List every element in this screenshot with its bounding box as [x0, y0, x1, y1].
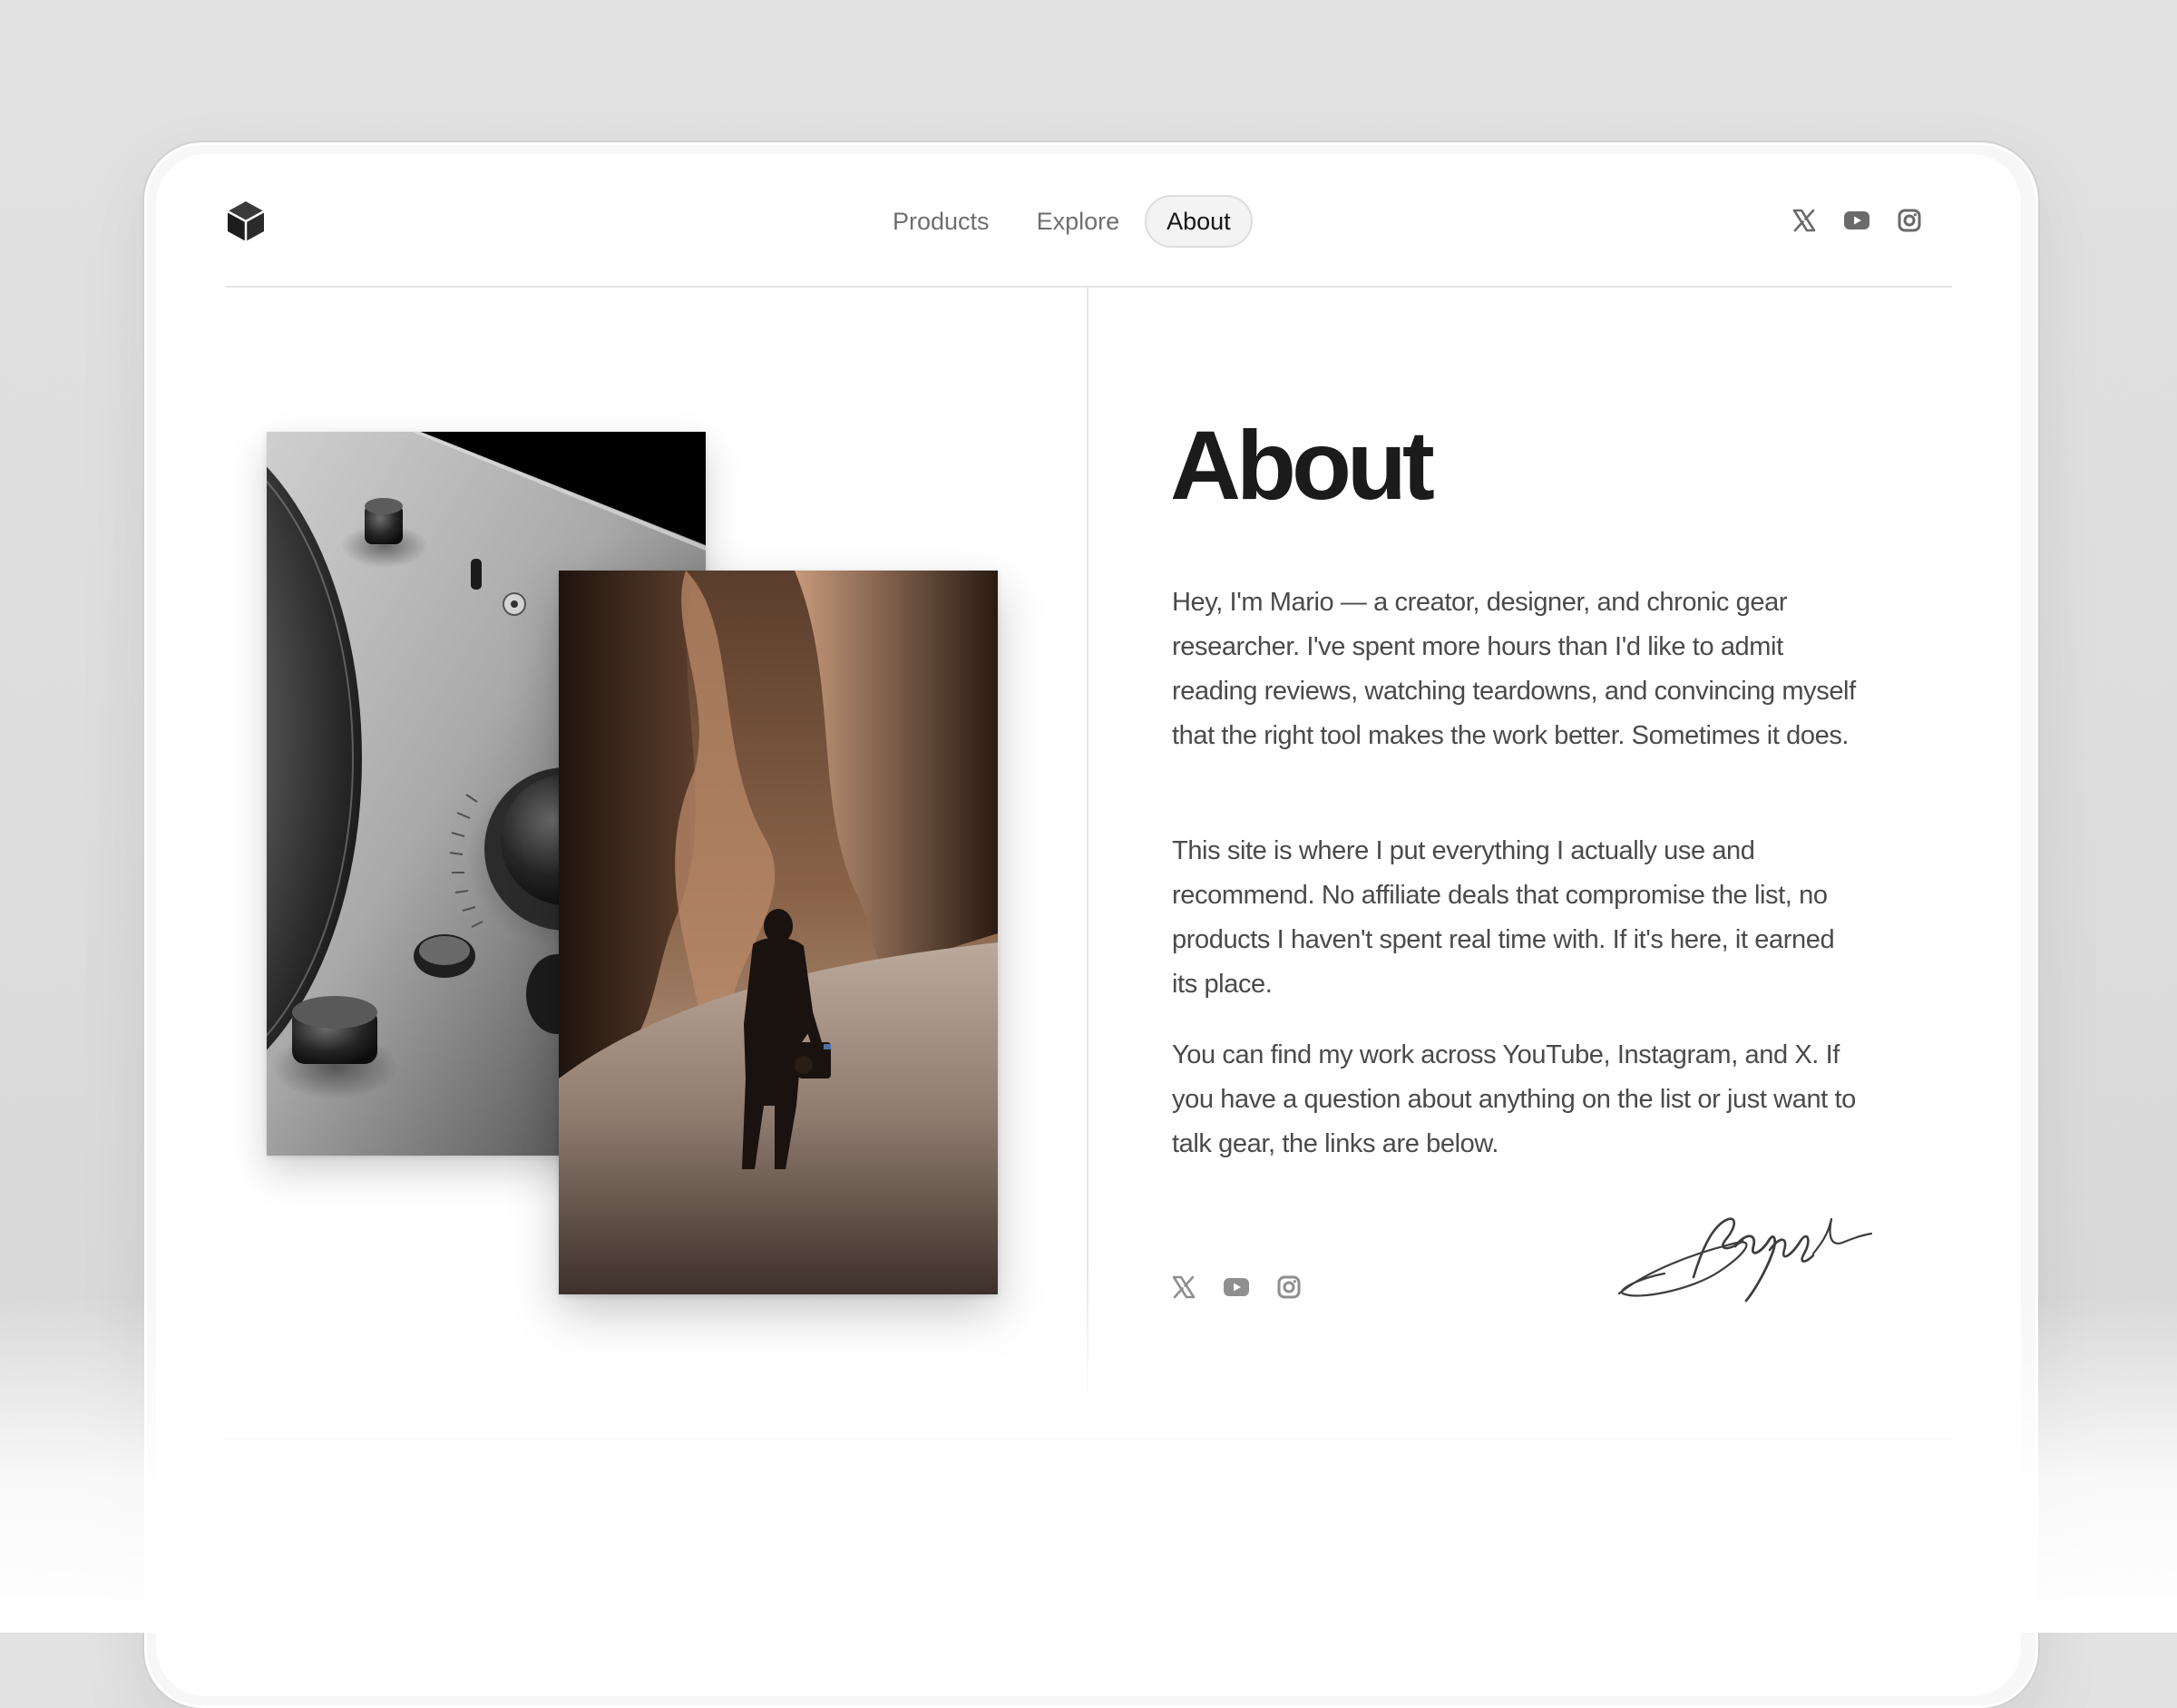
- header-divider: [225, 286, 1952, 288]
- about-paragraph-3: You can find my work across YouTube, Ins…: [1172, 1040, 1856, 1158]
- instagram-icon[interactable]: [1896, 207, 1923, 234]
- nav-about[interactable]: About: [1145, 195, 1253, 248]
- youtube-icon[interactable]: [1843, 207, 1870, 234]
- main-nav: Products Explore About: [871, 195, 1253, 248]
- column-divider: [1087, 288, 1088, 1435]
- canyon-photo: [559, 571, 998, 1294]
- x-icon[interactable]: [1791, 207, 1818, 234]
- instagram-icon[interactable]: [1275, 1274, 1303, 1301]
- about-paragraph-2: This site is where I put everything I ac…: [1172, 836, 1835, 999]
- content-bottom-divider: [225, 1438, 1952, 1440]
- page-title: About: [1170, 410, 1435, 520]
- nav-explore[interactable]: Explore: [1015, 195, 1142, 248]
- header-social-links: [1791, 207, 1923, 234]
- cube-icon[interactable]: [227, 200, 265, 242]
- nav-products[interactable]: Products: [871, 195, 1011, 248]
- about-paragraph-1: Hey, I'm Mario — a creator, designer, an…: [1172, 588, 1856, 750]
- signature-image: [1610, 1199, 1873, 1306]
- x-icon[interactable]: [1170, 1274, 1197, 1301]
- footer-social-links: [1170, 1274, 1328, 1301]
- youtube-icon[interactable]: [1223, 1274, 1250, 1301]
